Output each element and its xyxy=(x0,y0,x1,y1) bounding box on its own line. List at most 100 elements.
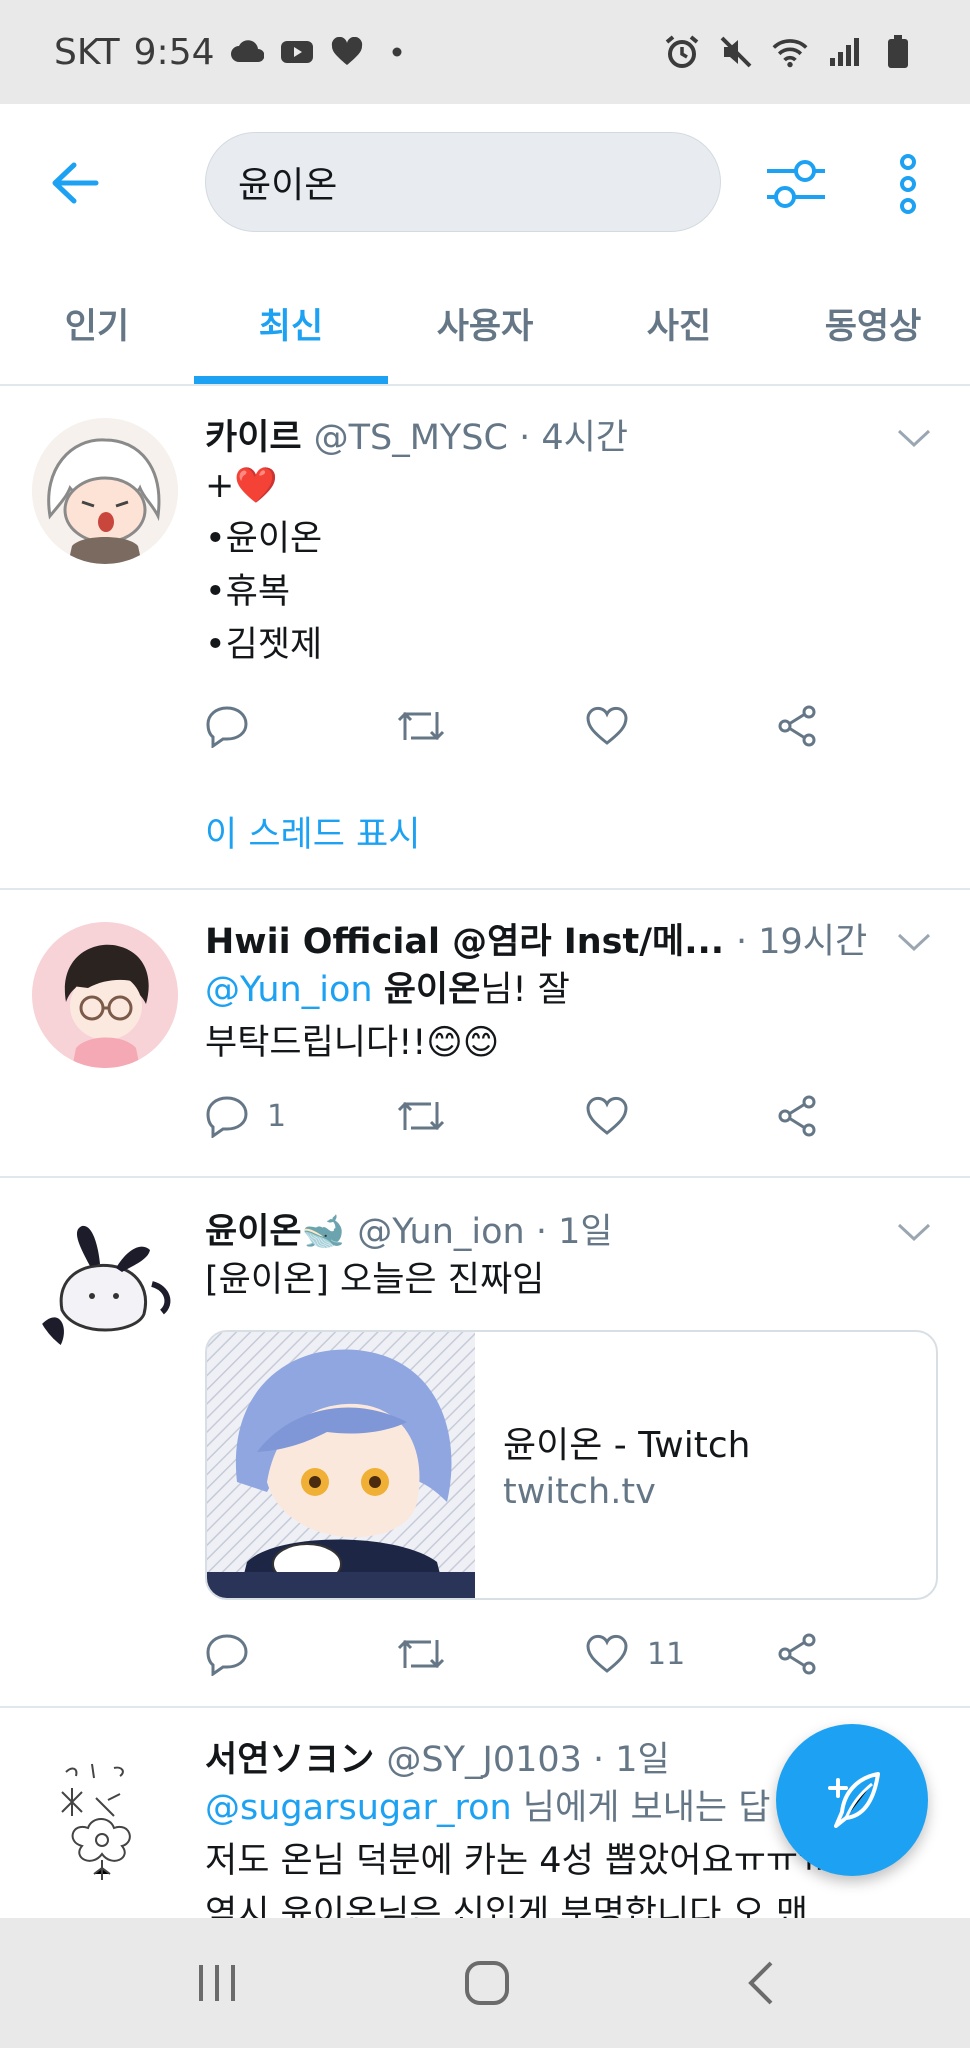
reply-icon xyxy=(206,1096,248,1138)
card-title: 윤이온 - Twitch xyxy=(503,1425,751,1466)
clock: 9:54 xyxy=(133,31,215,73)
share-button[interactable] xyxy=(775,1086,819,1146)
tweet-text: @Yun_ion 윤이온님! 잘 부탁드립니다!!😊😊 xyxy=(205,964,570,1070)
like-count: 11 xyxy=(647,1636,686,1672)
share-icon xyxy=(778,1095,816,1137)
tweet[interactable]: Hwii Official @염라 Inst/메... · 19시간 @Yun_… xyxy=(0,890,970,1178)
tweet-time: · 19시간 xyxy=(736,921,868,962)
like-button[interactable] xyxy=(585,696,647,756)
author-name[interactable]: 서연ソヨン xyxy=(205,1731,374,1782)
back-icon[interactable] xyxy=(726,1948,796,2018)
retweet-icon xyxy=(397,1639,445,1669)
tweet[interactable]: 윤이온🐋 @Yun_ion · 1일 [윤이온] 오늘은 진짜임 윤이온 - T… xyxy=(0,1178,970,1708)
chevron-down-icon[interactable] xyxy=(894,922,934,962)
chevron-down-icon[interactable] xyxy=(894,418,934,458)
search-input[interactable]: 윤이온 xyxy=(205,132,721,232)
share-button[interactable] xyxy=(775,1624,819,1684)
reply-button[interactable] xyxy=(205,696,267,756)
like-button[interactable] xyxy=(585,1086,647,1146)
tweet[interactable]: 카이르 @TS_MYSC · 4시간 +❤️ •윤이온 •휴복 •김젯제 이 스… xyxy=(0,388,970,890)
carrier-label: SKT xyxy=(54,31,120,73)
author-name[interactable]: Hwii Official @염라 Inst/메... xyxy=(205,913,724,964)
share-button[interactable] xyxy=(775,696,819,756)
tweet-actions: 1 xyxy=(205,1086,845,1146)
tweet-header: 카이르 @TS_MYSC · 4시간 xyxy=(205,408,628,460)
tweet-line: 저도 온님 덕분에 카논 4성 뽑았어요ㅠㅠㅠ xyxy=(205,1841,831,1881)
mute-icon xyxy=(718,34,754,70)
retweet-button[interactable] xyxy=(395,1086,447,1146)
reply-count: 1 xyxy=(267,1098,287,1134)
tab-videos[interactable]: 동영상 xyxy=(776,262,970,384)
share-icon xyxy=(778,1633,816,1675)
heart-outline-icon xyxy=(586,706,628,745)
chevron-down-icon[interactable] xyxy=(894,1212,934,1252)
tab-popular[interactable]: 인기 xyxy=(0,262,194,384)
alarm-icon xyxy=(664,34,700,70)
mention-link[interactable]: @sugarsugar_ron xyxy=(205,1788,512,1828)
reply-button[interactable] xyxy=(205,1624,267,1684)
heart-outline-icon xyxy=(586,1634,628,1673)
compose-tweet-button[interactable] xyxy=(776,1724,928,1876)
author-handle-time: @SY_J0103 · 1일 xyxy=(386,1739,670,1780)
battery-icon xyxy=(880,34,916,70)
tweet-header: Hwii Official @염라 Inst/메... xyxy=(205,912,724,964)
tweet-actions xyxy=(205,696,845,756)
tweet-text: @sugarsugar_ron 님에게 보내는 답 저도 온님 덕분에 카논 4… xyxy=(205,1782,830,1918)
tab-latest[interactable]: 최신 xyxy=(194,262,388,384)
back-arrow-icon[interactable] xyxy=(40,148,110,218)
reply-icon xyxy=(206,1634,248,1676)
avatar[interactable] xyxy=(32,1742,178,1888)
like-button[interactable]: 11 xyxy=(585,1624,685,1684)
heart-icon xyxy=(329,34,365,70)
recent-apps-icon[interactable] xyxy=(182,1948,252,2018)
author-handle-time: @Yun_ion · 1일 xyxy=(357,1211,613,1252)
tweet-line: 역시 윤이온님은 신입게 분명합니다 오 맨 xyxy=(205,1894,809,1918)
tweet-header: 서연ソヨン @SY_J0103 · 1일 xyxy=(205,1730,670,1782)
link-card[interactable]: 윤이온 - Twitch twitch.tv xyxy=(205,1330,938,1600)
home-icon[interactable] xyxy=(452,1948,522,2018)
avatar[interactable] xyxy=(32,418,178,564)
tweet-text-rest: 님! 잘 xyxy=(480,970,570,1010)
avatar[interactable] xyxy=(32,922,178,1068)
tweet-line: @Yun_ion 윤이온님! 잘 xyxy=(205,964,570,1017)
mention-link[interactable]: @Yun_ion xyxy=(205,970,373,1010)
retweet-icon xyxy=(397,1101,445,1131)
reply-button[interactable]: 1 xyxy=(205,1086,286,1146)
more-vertical-icon[interactable] xyxy=(880,148,936,220)
search-tabs: 인기 최신 사용자 사진 동영상 xyxy=(0,262,970,386)
show-thread-link[interactable]: 이 스레드 표시 xyxy=(205,806,420,857)
share-icon xyxy=(778,705,816,747)
status-right xyxy=(664,34,916,70)
status-left: SKT 9:54 xyxy=(54,32,415,73)
tweet-text: +❤️ •윤이온 •휴복 •김젯제 xyxy=(205,460,322,672)
author-name[interactable]: 윤이온🐋 xyxy=(205,1203,345,1254)
tweet-line: +❤️ xyxy=(205,466,278,506)
tab-photos[interactable]: 사진 xyxy=(582,262,776,384)
tweet-line: •윤이온 xyxy=(205,519,323,559)
wifi-icon xyxy=(772,34,808,70)
tweet-header: 윤이온🐋 @Yun_ion · 1일 xyxy=(205,1202,613,1254)
system-nav-bar xyxy=(0,1918,970,2048)
retweet-icon xyxy=(397,711,445,741)
card-domain: twitch.tv xyxy=(503,1472,656,1512)
mention-bold: 윤이온 xyxy=(383,970,481,1010)
reply-to-label: 님에게 보내는 답 xyxy=(511,1788,771,1828)
youtube-icon xyxy=(279,34,315,70)
card-thumbnail xyxy=(207,1332,475,1598)
dot-icon xyxy=(379,34,415,70)
author-name[interactable]: 카이르 xyxy=(205,409,302,460)
compose-tweet-icon xyxy=(828,1772,880,1828)
tweet-line: •김젯제 xyxy=(205,625,323,665)
signal-icon xyxy=(826,34,862,70)
status-bar: SKT 9:54 xyxy=(0,0,970,104)
tweet-line: 부탁드립니다!!😊😊 xyxy=(205,1023,500,1063)
tweet-text: [윤이온] 오늘은 진짜임 xyxy=(205,1260,545,1300)
avatar[interactable] xyxy=(32,1214,178,1360)
filter-icon[interactable] xyxy=(760,148,832,220)
reply-icon xyxy=(206,706,248,748)
tab-people[interactable]: 사용자 xyxy=(388,262,582,384)
tweet-line: •휴복 xyxy=(205,572,291,612)
retweet-button[interactable] xyxy=(395,696,447,756)
search-header: 윤이온 xyxy=(0,104,970,254)
retweet-button[interactable] xyxy=(395,1624,447,1684)
